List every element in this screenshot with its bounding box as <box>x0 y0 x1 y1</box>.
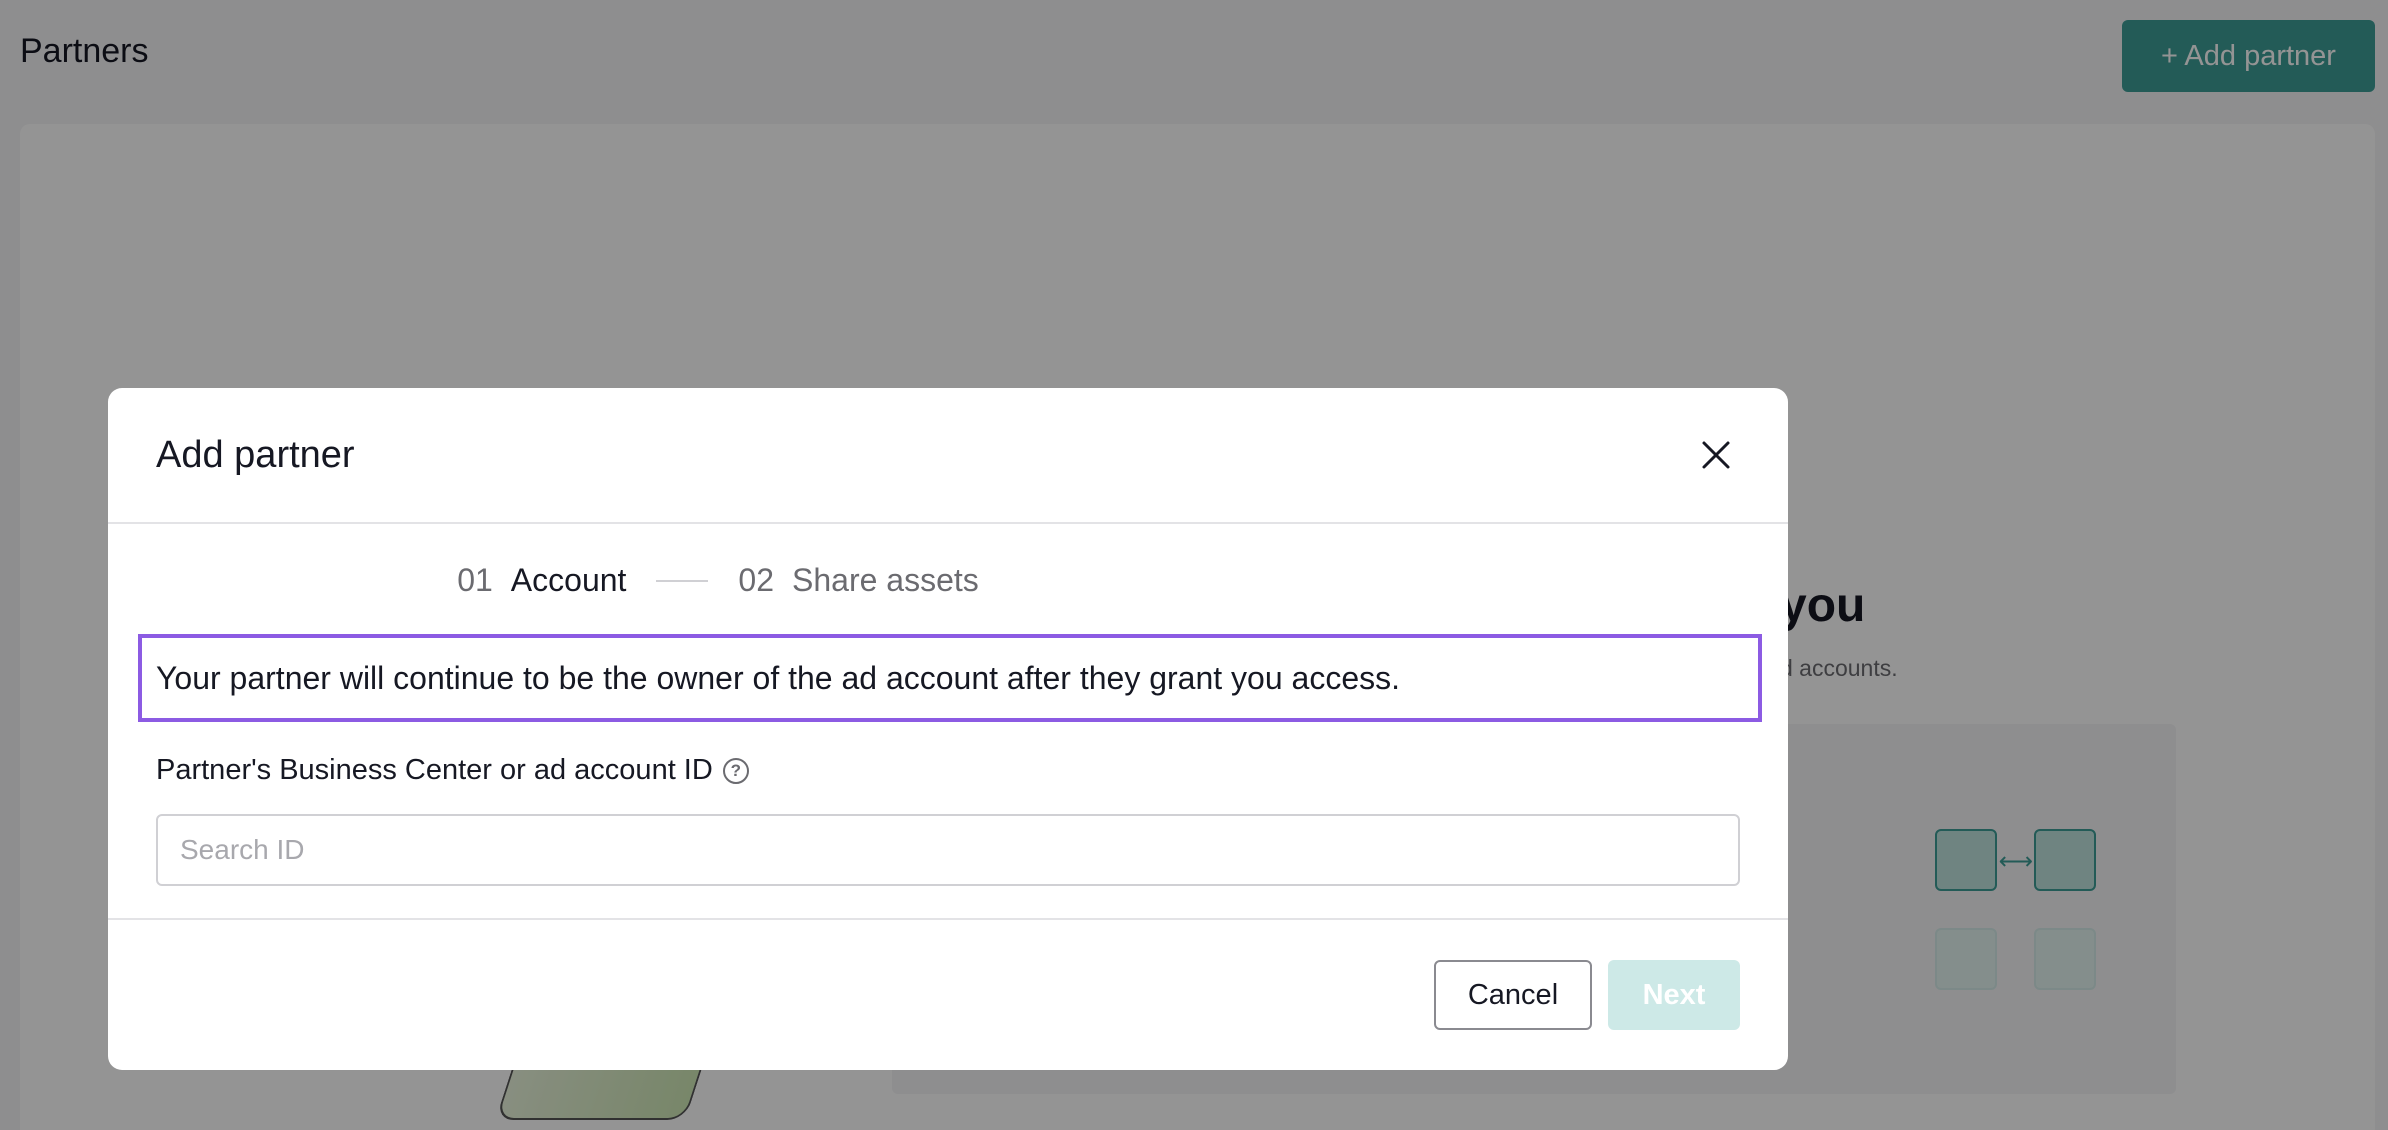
step-label: Share assets <box>792 562 979 598</box>
dialog-footer: Cancel Next <box>108 918 1788 1070</box>
ownership-notice: Your partner will continue to be the own… <box>138 634 1762 722</box>
cancel-button[interactable]: Cancel <box>1434 960 1592 1030</box>
step-number: 01 <box>457 562 493 598</box>
step-divider <box>656 579 709 582</box>
step-account: 01 Account <box>457 562 626 599</box>
dialog-header: Add partner <box>108 388 1788 524</box>
help-icon[interactable]: ? <box>722 757 749 784</box>
stepper: 01 Account 02 Share assets <box>108 562 1788 599</box>
dialog-title: Add partner <box>156 433 355 476</box>
next-button[interactable]: Next <box>1608 960 1740 1030</box>
step-share-assets: 02 Share assets <box>738 562 978 599</box>
step-label: Account <box>510 562 627 598</box>
search-id-input[interactable] <box>156 814 1740 886</box>
add-partner-dialog: Add partner 01 Account 02 Share assets Y… <box>108 388 1788 1070</box>
close-icon <box>1702 441 1730 469</box>
partners-page: Partners + Add partner you d accounts. ⟷… <box>0 0 2388 1130</box>
partner-id-label-text: Partner's Business Center or ad account … <box>156 754 713 786</box>
partner-id-label: Partner's Business Center or ad account … <box>156 754 749 787</box>
close-button[interactable] <box>1692 431 1740 479</box>
step-number: 02 <box>738 562 775 598</box>
